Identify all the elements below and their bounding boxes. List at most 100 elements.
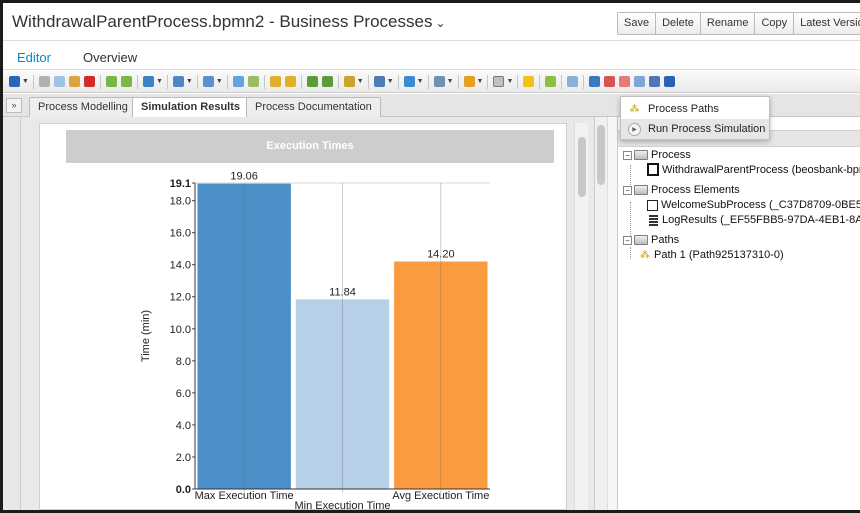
- play-icon: ▶: [628, 122, 641, 136]
- document-title-menu[interactable]: WithdrawalParentProcess.bpmn2 - Business…: [12, 12, 446, 32]
- title-bar: WithdrawalParentProcess.bpmn2 - Business…: [3, 3, 860, 41]
- x-tick-label: Avg Execution Time: [392, 490, 489, 502]
- arrow-left-icon[interactable]: [664, 76, 676, 87]
- tab-editor[interactable]: Editor: [13, 50, 55, 73]
- undo-icon[interactable]: [105, 76, 117, 87]
- window-icon[interactable]: [649, 76, 661, 87]
- toolbar-separator: [300, 74, 302, 89]
- path-icon: ⁂: [640, 249, 650, 261]
- path-icon: ⁂: [629, 103, 640, 115]
- paste-icon[interactable]: [68, 76, 80, 87]
- collapse-toggle-icon[interactable]: −: [623, 235, 632, 245]
- delete-all-icon[interactable]: [604, 76, 616, 87]
- simulation-icon[interactable]: [493, 76, 505, 87]
- toolbar-separator: [397, 74, 399, 89]
- editor-tabs: Editor Overview: [3, 41, 860, 73]
- process-icon: [647, 163, 659, 176]
- tree-connector: [630, 247, 631, 259]
- tree-node-process-elements[interactable]: − Process Elements: [623, 184, 740, 196]
- chevron-down-icon[interactable]: ▼: [156, 78, 163, 85]
- tree-node-paths[interactable]: − Paths: [623, 234, 679, 246]
- folder-icon: [634, 235, 648, 245]
- tree-node-withdrawal-process[interactable]: WithdrawalParentProcess (beosbank-bpms-w…: [647, 163, 860, 176]
- chevron-down-icon[interactable]: ▼: [477, 78, 484, 85]
- form-icon[interactable]: [634, 76, 646, 87]
- color-icon[interactable]: [343, 76, 355, 87]
- save-button[interactable]: Save: [618, 13, 657, 34]
- tree-node-process[interactable]: − Process: [623, 149, 691, 161]
- validate-icon[interactable]: [306, 76, 318, 87]
- x-tick-label: Min Execution Time: [295, 500, 391, 510]
- y-tick-label: 12.0: [170, 292, 191, 304]
- document-title: WithdrawalParentProcess.bpmn2 - Business…: [12, 12, 433, 31]
- scrollbar-thumb[interactable]: [578, 137, 586, 197]
- unlock-icon[interactable]: [284, 76, 296, 87]
- tab-process-modelling[interactable]: Process Modelling: [29, 97, 137, 117]
- tree-node-path-1[interactable]: ⁂ Path 1 (Path925137310-0): [640, 249, 784, 261]
- align-icon[interactable]: [202, 76, 214, 87]
- cut-icon[interactable]: [38, 76, 50, 87]
- toolbar-separator: [196, 74, 198, 89]
- chevron-down-icon[interactable]: ▼: [447, 78, 454, 85]
- collapse-icon[interactable]: »: [6, 98, 22, 113]
- chevron-down-icon[interactable]: ▼: [506, 78, 513, 85]
- save-icon[interactable]: [9, 76, 20, 87]
- y-tick-label: 18.0: [170, 196, 191, 208]
- splitter-scrollbar[interactable]: [594, 117, 607, 510]
- toolbar-separator: [517, 74, 519, 89]
- chevron-down-icon[interactable]: ▼: [387, 78, 394, 85]
- view-icon[interactable]: [373, 76, 385, 87]
- folder-icon: [634, 150, 648, 160]
- delete-button[interactable]: Delete: [656, 13, 701, 34]
- y-axis-title: Time (min): [140, 310, 152, 362]
- layout-icon[interactable]: [172, 76, 184, 87]
- tree-node-welcome-subprocess[interactable]: WelcomeSubProcess (_C37D8709-0BE5-4BED: [647, 199, 860, 211]
- delete-icon[interactable]: [83, 76, 95, 87]
- warning-icon[interactable]: [463, 76, 475, 87]
- y-tick-label: 2.0: [176, 452, 191, 464]
- chevron-down-icon[interactable]: ▼: [216, 78, 223, 85]
- subprocess-icon: [647, 199, 658, 211]
- move-icon[interactable]: [567, 76, 579, 87]
- pencil-icon[interactable]: [545, 76, 557, 87]
- chevron-down-icon[interactable]: ▼: [186, 78, 193, 85]
- redo-icon[interactable]: [120, 76, 132, 87]
- scrollbar-thumb[interactable]: [597, 125, 605, 185]
- latest-version-dropdown[interactable]: Latest Version ⌄: [794, 13, 860, 34]
- export-icon[interactable]: [403, 76, 415, 87]
- tab-simulation-results[interactable]: Simulation Results: [132, 97, 250, 118]
- chevron-down-icon[interactable]: ▼: [417, 78, 424, 85]
- collapse-toggle-icon[interactable]: −: [623, 185, 632, 195]
- y-tick-label: 8.0: [176, 356, 191, 368]
- simulation-tree-panel: − Process WithdrawalParentProcess (beosba…: [617, 117, 860, 510]
- chevron-down-icon: ⌄: [435, 16, 446, 30]
- chart-scrollbar[interactable]: [574, 123, 588, 510]
- menu-item-run-process-simulation[interactable]: ▶ Run Process Simulation: [621, 119, 769, 139]
- share-icon[interactable]: [321, 76, 333, 87]
- clock-icon[interactable]: [142, 76, 154, 87]
- data-object-icon[interactable]: [523, 76, 535, 87]
- toolbar-separator: [583, 74, 585, 89]
- copy-icon[interactable]: [53, 76, 65, 87]
- chevron-down-icon[interactable]: ▼: [22, 78, 29, 85]
- ungroup-icon[interactable]: [247, 76, 259, 87]
- chevron-down-icon[interactable]: ▼: [357, 78, 364, 85]
- toolbar-separator: [457, 74, 459, 89]
- menu-item-process-paths[interactable]: ⁂ Process Paths: [621, 99, 769, 119]
- save-as-icon[interactable]: [589, 76, 601, 87]
- tab-process-documentation[interactable]: Process Documentation: [246, 97, 381, 117]
- lock-icon[interactable]: [269, 76, 281, 87]
- copy-button[interactable]: Copy: [755, 13, 795, 34]
- bar-value-label: 19.06: [230, 171, 258, 183]
- splitter-handle[interactable]: [607, 117, 617, 510]
- clear-icon[interactable]: [619, 76, 631, 87]
- tree-node-log-results[interactable]: LogResults (_EF55FBB5-97DA-4EB1-8AA2-4F: [649, 214, 860, 226]
- script-task-icon: [649, 214, 658, 226]
- group-icon[interactable]: [232, 76, 244, 87]
- collapse-toggle-icon[interactable]: −: [623, 150, 632, 160]
- tools-icon[interactable]: [433, 76, 445, 87]
- rename-button[interactable]: Rename: [700, 13, 756, 34]
- toolbar-separator: [226, 74, 228, 89]
- y-tick-label: 14.0: [170, 260, 191, 272]
- tab-overview[interactable]: Overview: [83, 50, 137, 65]
